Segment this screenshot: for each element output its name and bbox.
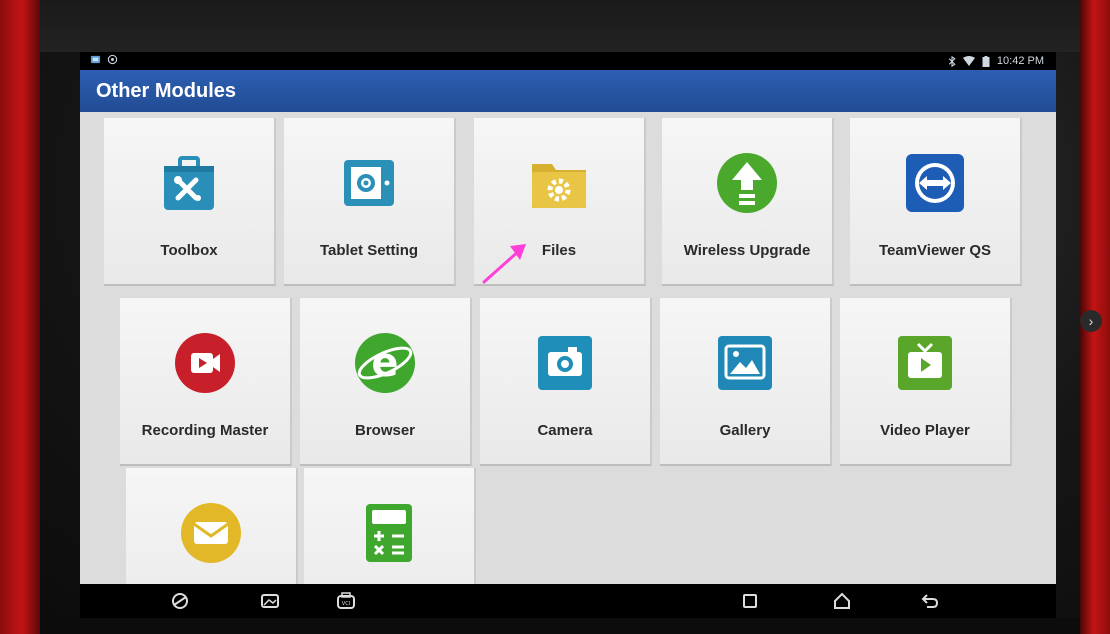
upgrade-arrow-icon xyxy=(717,153,777,213)
module-browser[interactable]: e Browser xyxy=(300,298,472,466)
gallery-icon xyxy=(718,336,772,390)
toolbox-icon xyxy=(164,156,214,210)
tablet-bezel-bottom xyxy=(40,618,1080,634)
tablet-bezel-top xyxy=(40,0,1080,52)
module-wireless-upgrade[interactable]: Wireless Upgrade xyxy=(662,118,834,286)
module-tablet-setting[interactable]: Tablet Setting xyxy=(284,118,456,286)
tv-play-icon xyxy=(898,336,952,390)
vci-icon: VCI xyxy=(337,592,355,609)
record-video-icon xyxy=(175,333,235,393)
back-icon xyxy=(921,594,939,608)
teamviewer-icon xyxy=(906,154,964,212)
browser-e-icon: e xyxy=(355,333,415,393)
vci-nav-button[interactable]: VCI xyxy=(334,590,358,612)
back-button[interactable] xyxy=(918,590,942,612)
battery-icon xyxy=(982,55,990,67)
module-label: Browser xyxy=(354,422,416,439)
module-label: Recording Master xyxy=(141,422,269,439)
module-gallery[interactable]: Gallery xyxy=(660,298,832,466)
module-camera[interactable]: Camera xyxy=(480,298,652,466)
module-label: TeamViewer QS xyxy=(878,242,991,259)
module-label: Video Player xyxy=(880,422,970,439)
module-label: Gallery xyxy=(719,422,771,439)
cast-icon xyxy=(107,54,118,65)
gallery-nav-icon xyxy=(261,594,279,608)
clock: 10:42 PM xyxy=(996,55,1044,67)
header-bar: Other Modules xyxy=(80,70,1056,112)
module-grid: Toolbox Tablet Setting Files Wireless Up… xyxy=(104,118,1032,618)
browser-nav-icon xyxy=(172,593,188,609)
page-title: Other Modules xyxy=(96,80,237,102)
photo-scene: 10:42 PM Other Modules Toolbox Tablet Se… xyxy=(0,0,1110,634)
app-notification-icon xyxy=(90,55,101,64)
module-label: Tablet Setting xyxy=(319,242,419,259)
svg-text:e: e xyxy=(371,340,398,386)
tablet-settings-icon xyxy=(344,160,394,206)
status-left-icons xyxy=(90,54,118,65)
chevron-right-icon: › xyxy=(1088,313,1094,329)
recent-apps-icon xyxy=(743,594,757,608)
next-page-arrow[interactable]: › xyxy=(1080,310,1102,332)
module-label: Wireless Upgrade xyxy=(683,242,811,259)
wifi-icon xyxy=(962,56,975,66)
module-recording-master[interactable]: Recording Master xyxy=(120,298,292,466)
navigation-bar: VCI xyxy=(80,584,1056,618)
recent-apps-button[interactable] xyxy=(738,590,762,612)
module-toolbox[interactable]: Toolbox xyxy=(104,118,276,286)
status-bar: 10:42 PM xyxy=(80,52,1056,70)
module-label: Toolbox xyxy=(160,242,218,259)
home-icon xyxy=(834,592,850,609)
bluetooth-icon xyxy=(948,55,956,67)
tablet-screen: 10:42 PM Other Modules Toolbox Tablet Se… xyxy=(80,52,1056,618)
gallery-nav-button[interactable] xyxy=(258,590,282,612)
module-video-player[interactable]: Video Player xyxy=(840,298,1012,466)
browser-nav-button[interactable] xyxy=(168,590,192,612)
module-label: Camera xyxy=(537,422,593,439)
module-teamviewer-qs[interactable]: TeamViewer QS xyxy=(850,118,1022,286)
tablet-case-left xyxy=(0,0,40,634)
home-button[interactable] xyxy=(830,590,854,612)
email-icon xyxy=(181,503,241,563)
annotation-arrow xyxy=(482,244,526,284)
calculator-icon xyxy=(366,504,412,562)
svg-text:VCI: VCI xyxy=(342,601,350,607)
status-right-icons: 10:42 PM xyxy=(948,55,1044,67)
camera-icon xyxy=(538,336,592,390)
folder-gear-icon xyxy=(532,164,586,208)
